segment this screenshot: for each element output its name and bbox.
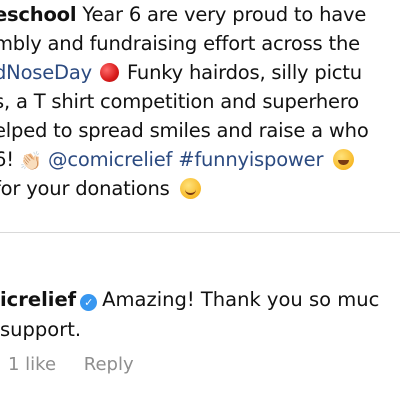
caption-line-6: 6! 👏🏻 @comicrelief #funnyispower (0, 145, 400, 174)
caption-text: Funky hairdos, silly pictu (120, 61, 362, 84)
caption-line-7: for your donations (0, 174, 400, 203)
hashtag-funnyispower[interactable]: #funnyispower (178, 148, 323, 171)
caption-text: for your donations (0, 177, 170, 200)
caption-line-4: s, a T shirt competition and superhero (0, 87, 400, 116)
comment-line-1: icrelief ✓ Amazing! Thank you so muc (0, 285, 379, 315)
smiling-face-emoji-icon (179, 178, 201, 199)
rolling-laughing-emoji-icon (333, 149, 355, 170)
comment-username[interactable]: icrelief (0, 288, 76, 311)
comment-likes[interactable]: 1 like (8, 354, 56, 375)
mention-comicrelief[interactable]: @comicrelief (48, 148, 172, 171)
caption-line-3: dNoseDay Funky hairdos, silly pictu (0, 58, 400, 87)
comment-text: Amazing! Thank you so muc (102, 288, 380, 311)
comment-line-2: support. (0, 315, 379, 345)
clapping-hands-emoji-icon: 👏🏻 (19, 151, 43, 172)
caption-text: s, a T shirt competition and superhero (0, 90, 359, 113)
caption-line-1: eschool Year 6 are very proud to have (0, 0, 400, 29)
divider (0, 232, 400, 233)
comment-meta: 1 like Reply (8, 354, 156, 375)
post-caption: eschool Year 6 are very proud to have mb… (0, 0, 400, 203)
verified-badge-icon: ✓ (80, 294, 98, 311)
caption-text: Year 6 are very proud to have (76, 3, 367, 26)
reply-button[interactable]: Reply (84, 354, 134, 375)
caption-line-5: elped to spread smiles and raise a who (0, 116, 400, 145)
caption-text: mbly and fundraising effort across the (0, 32, 360, 55)
comment: icrelief ✓ Amazing! Thank you so muc suppo… (0, 285, 379, 345)
caption-username[interactable]: eschool (0, 3, 77, 26)
caption-text: 6! (0, 148, 14, 171)
caption-text: elped to spread smiles and raise a who (0, 119, 369, 142)
red-circle-emoji-icon (99, 63, 119, 82)
hashtag-rednoseday[interactable]: dNoseDay (0, 61, 92, 84)
caption-line-2: mbly and fundraising effort across the (0, 29, 400, 58)
comment-text: support. (0, 318, 82, 341)
